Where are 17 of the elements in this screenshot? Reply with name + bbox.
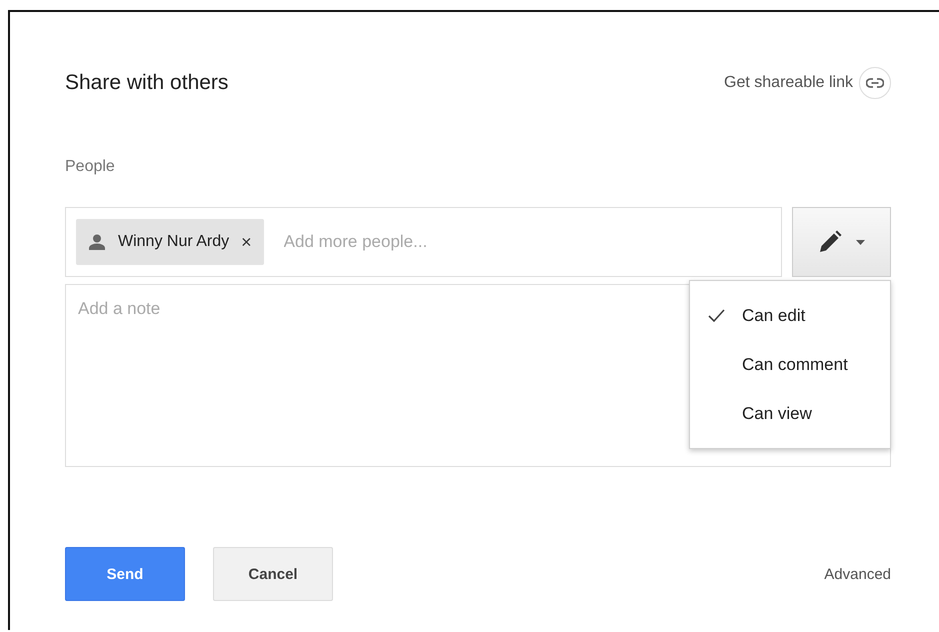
permission-button[interactable] <box>792 207 891 277</box>
recipient-name: Winny Nur Ardy <box>118 233 230 251</box>
cancel-button[interactable]: Cancel <box>213 547 333 601</box>
remove-recipient[interactable]: × <box>241 232 252 252</box>
shareable-link-button[interactable]: Get shareable link <box>724 67 891 99</box>
permission-option[interactable]: Can edit <box>690 291 890 340</box>
dialog-title: Share with others <box>65 71 228 95</box>
caret-icon <box>856 240 865 244</box>
advanced-link[interactable]: Advanced <box>824 566 891 582</box>
add-people-field[interactable]: Add more people... <box>284 232 771 252</box>
send-button[interactable]: Send <box>65 547 185 601</box>
pencil-icon <box>818 230 842 254</box>
link-icon <box>866 78 884 88</box>
people-label: People <box>65 157 116 177</box>
permission-option[interactable]: Can view <box>690 389 890 438</box>
person-icon <box>88 234 106 250</box>
permission-option[interactable]: Can comment <box>690 340 890 389</box>
